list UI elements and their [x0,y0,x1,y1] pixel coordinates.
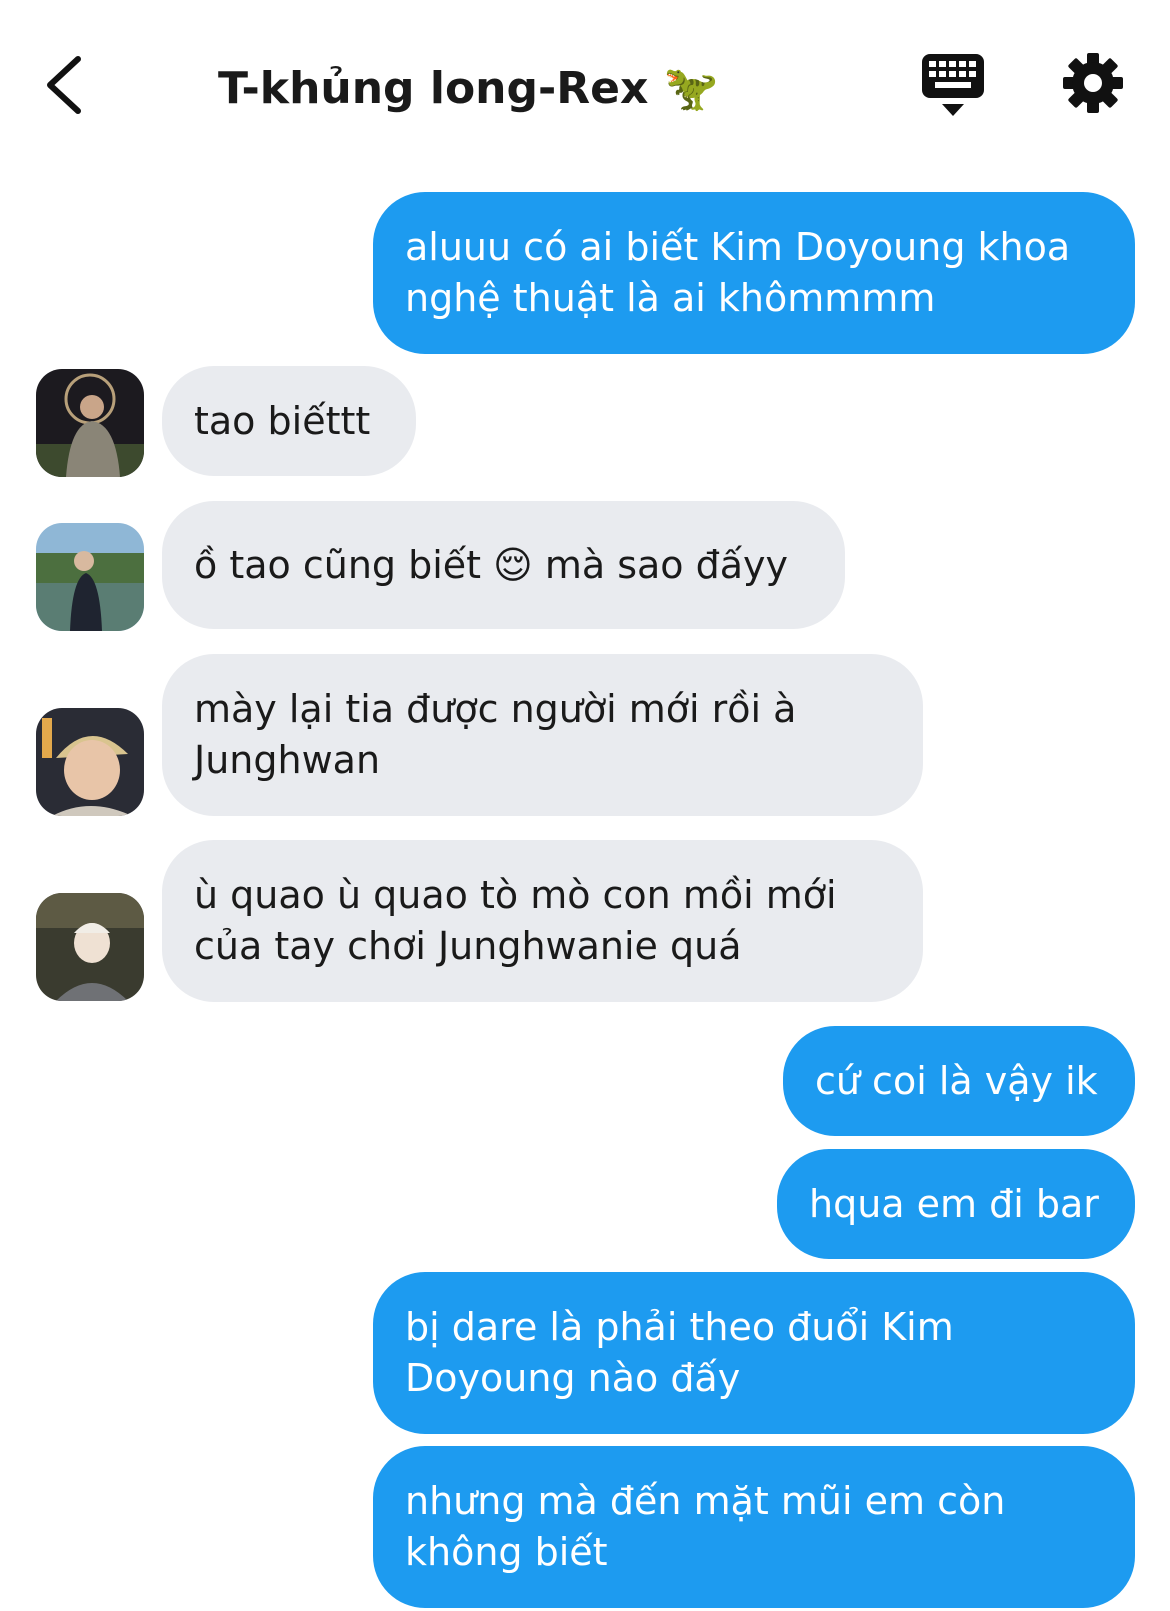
message-text: mày lại tia được người mới rồi à Junghwa… [194,687,797,782]
chat-header: T-khủng long-Rex 🦖 [0,0,1170,170]
chevron-left-icon [47,56,81,114]
sent-message-bubble[interactable]: nhưng mà đến mặt mũi em còn không biết [373,1446,1135,1608]
avatar-photo [36,369,144,477]
received-message-bubble[interactable]: ồ tao cũng biết 😌 mà sao đấyy [162,501,845,629]
avatar[interactable] [36,708,144,816]
chat-title: T-khủng long-Rex 🦖 [218,63,719,114]
sent-message-bubble[interactable]: aluuu có ai biết Kim Doyoung khoa nghệ t… [373,192,1135,354]
settings-button[interactable] [1062,52,1124,114]
message-text: ồ tao cũng biết 😌 mà sao đấyy [194,542,789,587]
sent-message-bubble[interactable]: bị dare là phải theo đuổi Kim Doyoung nà… [373,1272,1135,1434]
keyboard-button[interactable] [920,52,986,120]
avatar-photo [36,708,144,816]
avatar[interactable] [36,523,144,631]
chat-title-group: T-khủng long-Rex 🦖 [218,58,718,118]
avatar[interactable] [36,369,144,477]
message-text: aluuu có ai biết Kim Doyoung khoa nghệ t… [405,225,1071,320]
received-message-bubble[interactable]: ù quao ù quao tò mò con mồi mới của tay … [162,840,923,1002]
avatar[interactable] [36,893,144,1001]
avatar-photo [36,893,144,1001]
message-text: cứ coi là vậy ik [815,1058,1098,1103]
avatar-photo [36,523,144,631]
message-text: hqua em đi bar [809,1181,1099,1226]
message-text: tao biếttt [194,398,371,443]
message-text: nhưng mà đến mặt mũi em còn không biết [405,1479,1006,1574]
back-button[interactable] [40,45,100,125]
message-text: bị dare là phải theo đuổi Kim Doyoung nà… [405,1305,954,1400]
received-message-bubble[interactable]: tao biếttt [162,366,416,476]
gear-icon [1063,53,1123,113]
sent-message-bubble[interactable]: hqua em đi bar [777,1149,1135,1259]
received-message-bubble[interactable]: mày lại tia được người mới rồi à Junghwa… [162,654,923,816]
keyboard-icon [922,54,984,116]
message-text: ù quao ù quao tò mò con mồi mới của tay … [194,873,837,968]
sent-message-bubble[interactable]: cứ coi là vậy ik [783,1026,1135,1136]
